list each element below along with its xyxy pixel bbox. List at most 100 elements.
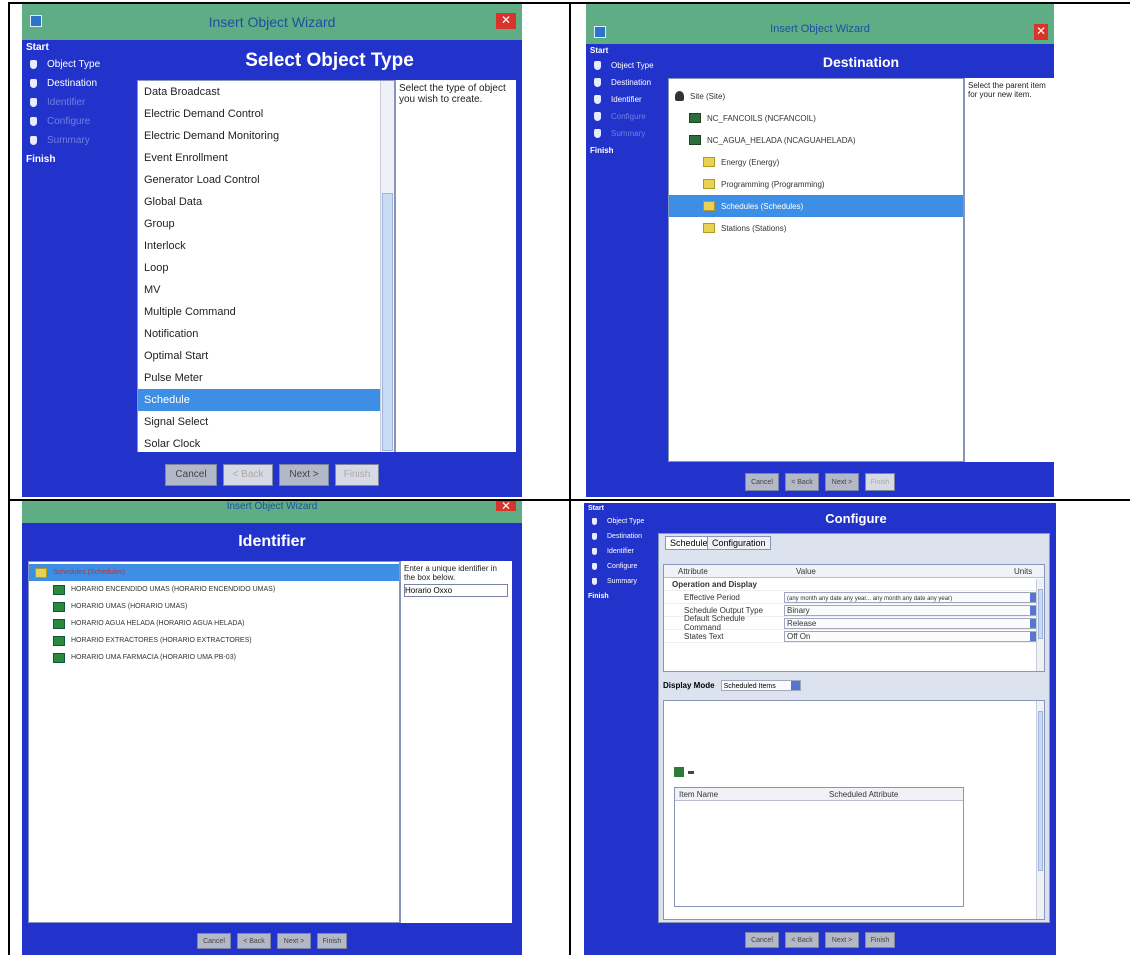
tree-item[interactable]: Schedules (Schedules) <box>669 195 963 217</box>
list-item[interactable]: Event Enrollment <box>138 147 380 169</box>
description-text: Enter a unique identifier in the box bel… <box>404 564 497 582</box>
list-scrollbar[interactable] <box>380 81 394 457</box>
tree-item[interactable]: HORARIO EXTRACTORES (HORARIO EXTRACTORES… <box>29 632 399 649</box>
tree-item[interactable]: Site (Site) <box>669 85 963 107</box>
tree-item[interactable]: HORARIO UMA FARMACIA (HORARIO UMA PB-03) <box>29 649 399 666</box>
tree-item[interactable]: NC_FANCOILS (NCFANCOIL) <box>669 107 963 129</box>
scrollbar-thumb[interactable] <box>382 193 393 451</box>
scrollbar-thumb[interactable] <box>1038 589 1043 639</box>
block-icon <box>689 113 701 123</box>
attr-row-default-command: Default Schedule Command Release <box>664 614 1044 632</box>
sidebar-step-summary: Summary <box>22 131 134 150</box>
finish-button[interactable]: Finish <box>317 933 347 949</box>
object-type-items: Data Broadcast Electric Demand Control Ele… <box>138 81 394 455</box>
scheduled-items-area: Item Name Scheduled Attribute <box>663 700 1045 920</box>
chevron-down-icon[interactable] <box>790 681 800 690</box>
cancel-button[interactable]: Cancel <box>745 473 779 491</box>
cancel-button[interactable]: Cancel <box>165 463 217 486</box>
close-icon[interactable]: ✕ <box>496 13 516 29</box>
display-mode-select[interactable]: Scheduled Items <box>720 680 801 691</box>
tab-configuration[interactable]: Configuration <box>707 536 771 550</box>
step-bullet-icon <box>592 578 597 585</box>
cancel-button[interactable]: Cancel <box>197 933 231 949</box>
items-scrollbar[interactable] <box>1036 701 1044 919</box>
schedule-icon <box>53 584 65 595</box>
add-item-icon[interactable] <box>674 767 684 777</box>
output-type-select[interactable]: Binary <box>784 604 1040 616</box>
tree-item-label: Programming (Programming) <box>721 179 825 189</box>
folder-icon <box>703 179 715 189</box>
list-item[interactable]: Data Broadcast <box>138 81 380 103</box>
finish-button[interactable]: Finish <box>865 932 895 948</box>
title-bar[interactable]: Insert Object Wizard ✕ <box>586 4 1054 44</box>
panel-identifier: Insert Object Wizard ✕ Identifier Schedu… <box>22 501 522 955</box>
configure-content: Schedule Configuration Attribute Value U… <box>658 533 1050 923</box>
list-item[interactable]: Electric Demand Control <box>138 103 380 125</box>
tree-item[interactable]: Stations (Stations) <box>669 217 963 239</box>
tree-item-label: HORARIO ENCENDIDO UMAS (HORARIO ENCENDID… <box>71 586 276 593</box>
tree-item[interactable]: HORARIO UMAS (HORARIO UMAS) <box>29 598 399 615</box>
finish-button[interactable]: Finish <box>335 463 379 486</box>
sidebar-step-identifier: Identifier <box>586 91 666 108</box>
back-button[interactable]: < Back <box>785 473 819 491</box>
identifier-pane: Enter a unique identifier in the box bel… <box>400 561 512 923</box>
next-button[interactable]: Next > <box>277 933 311 949</box>
list-item[interactable]: Signal Select <box>138 411 380 433</box>
wizard-frame: Start Object Type Destination Identifier… <box>22 40 522 497</box>
sidebar-start: Start <box>26 42 49 53</box>
tree-item[interactable]: HORARIO ENCENDIDO UMAS (HORARIO ENCENDID… <box>29 581 399 598</box>
description-text: Select the parent item for your new item… <box>968 81 1046 99</box>
close-icon[interactable]: ✕ <box>1034 24 1048 40</box>
schedule-icon <box>53 618 65 629</box>
step-bullet-icon <box>592 563 597 570</box>
list-item[interactable]: Group <box>138 213 380 235</box>
next-button[interactable]: Next > <box>825 932 859 948</box>
window-title: Insert Object Wizard <box>226 501 318 512</box>
step-bullet-icon <box>592 548 597 555</box>
close-icon[interactable]: ✕ <box>496 501 516 512</box>
panel-destination: Insert Object Wizard ✕ Start Object Type… <box>586 4 1054 497</box>
tree-item[interactable]: Schedules (Schedules) <box>29 564 399 581</box>
remove-item-icon[interactable] <box>688 771 694 774</box>
folder-icon <box>703 223 715 233</box>
list-item[interactable]: Notification <box>138 323 380 345</box>
list-item[interactable]: Loop <box>138 257 380 279</box>
states-text-select[interactable]: Off On <box>784 630 1040 642</box>
list-item[interactable]: Optimal Start <box>138 345 380 367</box>
next-button[interactable]: Next > <box>825 473 859 491</box>
title-bar[interactable]: Insert Object Wizard ✕ <box>22 4 522 40</box>
list-item[interactable]: Schedule <box>138 389 380 411</box>
display-mode-row: Display Mode Scheduled Items <box>663 680 805 691</box>
effective-period-field[interactable]: (any month any date any year... any mont… <box>784 591 1040 603</box>
list-item[interactable]: Multiple Command <box>138 301 380 323</box>
tree-item[interactable]: NC_AGUA_HELADA (NCAGUAHELADA) <box>669 129 963 151</box>
next-button[interactable]: Next > <box>279 463 329 486</box>
list-item[interactable]: Pulse Meter <box>138 367 380 389</box>
list-item[interactable]: MV <box>138 279 380 301</box>
page-title: Identifier <box>22 525 522 559</box>
tree-item[interactable]: Energy (Energy) <box>669 151 963 173</box>
folder-icon <box>703 201 715 211</box>
tree-item[interactable]: HORARIO AGUA HELADA (HORARIO AGUA HELADA… <box>29 615 399 632</box>
back-button[interactable]: < Back <box>223 463 273 486</box>
attr-row-effective-period: Effective Period (any month any date any… <box>664 591 1044 604</box>
step-bullet-icon <box>594 78 601 87</box>
title-bar[interactable]: Insert Object Wizard ✕ <box>22 501 522 523</box>
identifier-input[interactable] <box>404 584 508 597</box>
list-item[interactable]: Interlock <box>138 235 380 257</box>
list-item[interactable]: Generator Load Control <box>138 169 380 191</box>
back-button[interactable]: < Back <box>785 932 819 948</box>
default-command-field[interactable]: Release <box>784 617 1040 629</box>
attribute-scrollbar[interactable] <box>1036 579 1044 671</box>
button-bar: Cancel < Back Next > Finish <box>22 452 522 497</box>
finish-button[interactable]: Finish <box>865 473 895 491</box>
list-item[interactable]: Electric Demand Monitoring <box>138 125 380 147</box>
scrollbar-thumb[interactable] <box>1038 711 1043 871</box>
list-item[interactable]: Global Data <box>138 191 380 213</box>
back-button[interactable]: < Back <box>237 933 271 949</box>
app-icon <box>30 15 42 27</box>
description-text: Select the type of object you wish to cr… <box>399 83 506 105</box>
cancel-button[interactable]: Cancel <box>745 932 779 948</box>
tree-item[interactable]: Programming (Programming) <box>669 173 963 195</box>
tab-schedule[interactable]: Schedule <box>665 536 713 550</box>
